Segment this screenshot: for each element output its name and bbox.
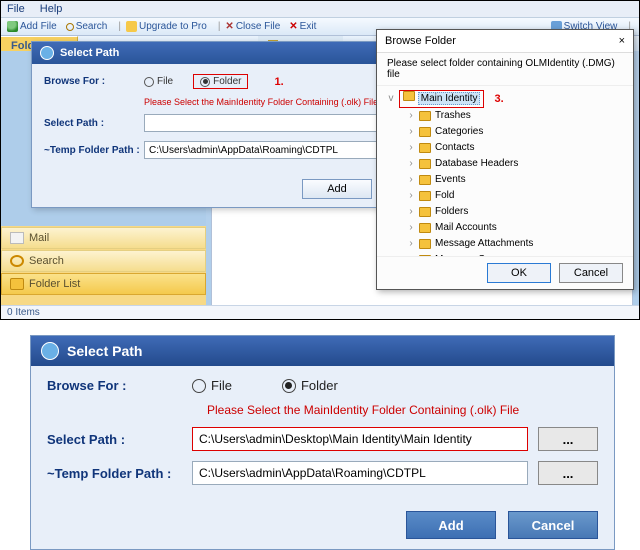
- temp-path-input[interactable]: [144, 141, 402, 159]
- folder-icon: [419, 127, 431, 137]
- sidebar-item-folder-list[interactable]: Folder List: [1, 273, 206, 295]
- browse-folder-subtitle: Please select folder containing OLMIdent…: [377, 53, 633, 86]
- folder-icon: [419, 255, 431, 256]
- folder-icon: [419, 191, 431, 201]
- select-path-icon: [40, 46, 54, 60]
- browse-for-label: Browse For :: [44, 76, 144, 87]
- temp-path-label: ~Temp Folder Path :: [47, 466, 192, 481]
- item-count: 0 Items: [7, 307, 40, 318]
- temp-path-label: ~Temp Folder Path :: [44, 145, 144, 156]
- close-file-button[interactable]: ✕Close File: [225, 21, 280, 32]
- folder-icon: [419, 239, 431, 249]
- expand-icon[interactable]: ›: [407, 220, 415, 236]
- select-path-label: Select Path :: [44, 118, 144, 129]
- add-button[interactable]: Add: [406, 511, 496, 539]
- add-file-button[interactable]: Add File: [7, 21, 57, 32]
- annotation-1: 1.: [274, 76, 283, 88]
- app-window: File Help Add File Search | Upgrade to P…: [0, 0, 640, 320]
- tree-item-label: Message Attachments: [435, 236, 533, 252]
- folder-icon: [419, 159, 431, 169]
- folder-tree: v Main Identity 3. › Trashes› Categories…: [377, 86, 633, 256]
- tree-item-label: Mail Accounts: [435, 220, 497, 236]
- folder-icon: [419, 207, 431, 217]
- tree-item-label: Trashes: [435, 108, 471, 124]
- tree-item-label: Folders: [435, 204, 468, 220]
- mail-icon: [10, 232, 24, 244]
- upgrade-icon: [126, 21, 137, 32]
- browse-folder-dialog: Browse Folder × Please select folder con…: [376, 29, 634, 290]
- select-path-dialog-large: Select Path Browse For : File Folder Ple…: [30, 335, 615, 550]
- cancel-button[interactable]: Cancel: [559, 263, 623, 283]
- temp-path-input[interactable]: [192, 461, 528, 485]
- select-path-title: Select Path: [67, 343, 142, 359]
- folder-icon: [419, 175, 431, 185]
- sidebar-item-search[interactable]: Search: [1, 250, 206, 272]
- close-icon: ✕: [225, 21, 233, 32]
- tree-item-label: Categories: [435, 124, 483, 140]
- tree-item[interactable]: › Database Headers: [407, 156, 627, 172]
- radio-folder[interactable]: Folder: [282, 378, 338, 393]
- expand-icon[interactable]: ›: [407, 124, 415, 140]
- select-path-input[interactable]: [192, 427, 528, 451]
- tree-item-label: Database Headers: [435, 156, 518, 172]
- cancel-button[interactable]: Cancel: [508, 511, 598, 539]
- tree-item[interactable]: › Categories: [407, 124, 627, 140]
- folder-icon: [403, 91, 415, 101]
- close-dialog-button[interactable]: ×: [619, 35, 625, 47]
- expand-icon[interactable]: ›: [407, 172, 415, 188]
- exit-button[interactable]: ✕Exit: [289, 21, 316, 32]
- folder-icon: [419, 143, 431, 153]
- tree-item-label: Events: [435, 172, 466, 188]
- tree-item[interactable]: › Fold: [407, 188, 627, 204]
- expand-icon[interactable]: ›: [407, 204, 415, 220]
- search-icon: [66, 23, 74, 31]
- tree-item[interactable]: › Trashes: [407, 108, 627, 124]
- status-bar: 0 Items: [1, 305, 639, 319]
- expand-icon[interactable]: ›: [407, 252, 415, 256]
- folder-icon: [419, 223, 431, 233]
- select-path-title: Select Path: [60, 47, 119, 59]
- expand-icon[interactable]: ›: [407, 108, 415, 124]
- sidebar-item-mail[interactable]: Mail: [1, 227, 206, 249]
- browse-folder-title: Browse Folder: [385, 35, 456, 47]
- expand-icon[interactable]: ›: [407, 140, 415, 156]
- search-icon: [10, 255, 24, 267]
- tree-item[interactable]: › Events: [407, 172, 627, 188]
- radio-folder[interactable]: Folder: [200, 76, 241, 87]
- menu-help[interactable]: Help: [40, 3, 63, 15]
- select-path-label: Select Path :: [47, 432, 192, 447]
- tree-item[interactable]: › Message Attachments: [407, 236, 627, 252]
- expand-icon[interactable]: ›: [407, 156, 415, 172]
- add-icon: [7, 21, 18, 32]
- ok-button[interactable]: OK: [487, 263, 551, 283]
- exit-icon: ✕: [289, 21, 297, 32]
- expand-icon[interactable]: ›: [407, 236, 415, 252]
- tree-item[interactable]: › Contacts: [407, 140, 627, 156]
- menu-bar: File Help: [1, 1, 639, 18]
- add-button[interactable]: Add: [302, 179, 372, 199]
- tree-item-label: Fold: [435, 188, 454, 204]
- browse-select-path-button[interactable]: ...: [538, 427, 598, 451]
- folder-icon: [10, 278, 24, 290]
- radio-file[interactable]: File: [144, 76, 173, 87]
- folder-icon: [419, 111, 431, 121]
- warning-text: Please Select the MainIdentity Folder Co…: [207, 403, 598, 417]
- expand-icon[interactable]: ›: [407, 188, 415, 204]
- search-button[interactable]: Search: [66, 21, 108, 32]
- browse-for-label: Browse For :: [47, 378, 192, 393]
- upgrade-button[interactable]: Upgrade to Pro: [126, 21, 207, 32]
- tree-root-main-identity[interactable]: Main Identity: [418, 92, 481, 105]
- menu-file[interactable]: File: [7, 3, 25, 15]
- tree-item[interactable]: › Mail Accounts: [407, 220, 627, 236]
- tree-item-label: Contacts: [435, 140, 474, 156]
- browse-temp-path-button[interactable]: ...: [538, 461, 598, 485]
- tree-item[interactable]: › Folders: [407, 204, 627, 220]
- radio-file[interactable]: File: [192, 378, 232, 393]
- select-path-input[interactable]: [144, 114, 385, 132]
- tree-item-label: Message Sources: [435, 252, 515, 256]
- expand-icon[interactable]: v: [387, 91, 395, 107]
- select-path-icon: [41, 342, 59, 360]
- annotation-3: 3.: [494, 91, 503, 107]
